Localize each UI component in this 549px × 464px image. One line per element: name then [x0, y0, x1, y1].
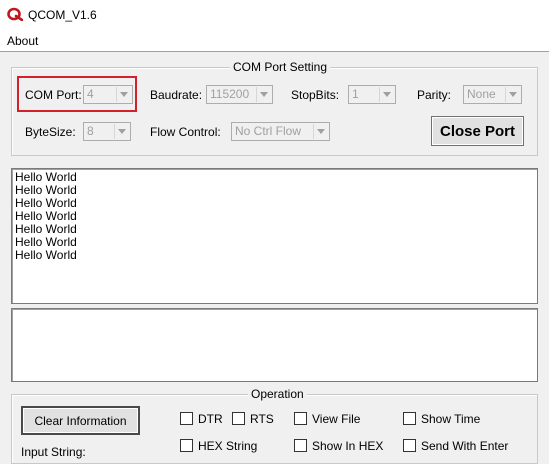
send-with-enter-checkbox[interactable] — [403, 439, 416, 452]
stopbits-select[interactable]: 1 — [348, 85, 396, 104]
app-logo-icon — [7, 7, 23, 21]
close-port-button-label: Close Port — [439, 122, 515, 140]
view-file-checkbox[interactable] — [294, 412, 307, 425]
rts-label: RTS — [250, 412, 274, 426]
send-textarea[interactable] — [11, 308, 538, 382]
receive-line: Hello World — [15, 248, 77, 262]
receive-line: Hello World — [15, 222, 77, 236]
flow-control-value: No Ctrl Flow — [235, 124, 302, 138]
show-time-checkbox[interactable] — [403, 412, 416, 425]
hex-string-checkbox[interactable] — [180, 439, 193, 452]
com-port-setting-title: COM Port Setting — [230, 61, 331, 74]
chevron-down-icon — [114, 124, 129, 139]
close-port-button[interactable]: Close Port — [431, 116, 524, 146]
chevron-down-icon — [379, 87, 394, 102]
parity-select[interactable]: None — [463, 85, 522, 104]
com-port-value: 4 — [87, 87, 94, 101]
baudrate-value: 115200 — [210, 87, 250, 101]
chevron-down-icon — [256, 87, 271, 102]
receive-textarea[interactable]: Hello World Hello World Hello World Hell… — [11, 168, 538, 304]
show-in-hex-checkbox[interactable] — [294, 439, 307, 452]
com-port-label: COM Port: — [25, 88, 82, 102]
com-port-select[interactable]: 4 — [83, 85, 133, 104]
rts-checkbox[interactable] — [232, 412, 245, 425]
stopbits-label: StopBits: — [291, 88, 340, 102]
parity-label: Parity: — [417, 88, 452, 102]
stopbits-value: 1 — [352, 87, 359, 101]
baudrate-label: Baudrate: — [150, 88, 203, 102]
receive-line: Hello World — [15, 196, 77, 210]
receive-line: Hello World — [15, 235, 77, 249]
parity-value: None — [467, 87, 496, 101]
flow-control-label: Flow Control: — [150, 125, 221, 139]
clear-information-button-label: Clear Information — [34, 413, 127, 428]
clear-information-button[interactable]: Clear Information — [21, 406, 140, 435]
operation-title: Operation — [248, 388, 307, 401]
show-time-label: Show Time — [421, 412, 481, 426]
chevron-down-icon — [116, 87, 131, 102]
title-bar: QCOM_V1.6 — [0, 0, 549, 31]
receive-line: Hello World — [15, 209, 77, 223]
input-string-label: Input String: — [21, 445, 86, 459]
view-file-label: View File — [312, 412, 361, 426]
chevron-down-icon — [313, 124, 328, 139]
bytesize-select[interactable]: 8 — [83, 122, 131, 141]
menu-bar: About — [0, 31, 549, 52]
chevron-down-icon — [505, 87, 520, 102]
show-in-hex-label: Show In HEX — [312, 439, 384, 453]
receive-line: Hello World — [15, 170, 77, 184]
receive-line: Hello World — [15, 183, 77, 197]
window-title: QCOM_V1.6 — [28, 8, 97, 22]
bytesize-value: 8 — [87, 124, 94, 138]
dtr-label: DTR — [198, 412, 223, 426]
flow-control-select[interactable]: No Ctrl Flow — [231, 122, 330, 141]
hex-string-label: HEX String — [198, 439, 258, 453]
baudrate-select[interactable]: 115200 — [206, 85, 273, 104]
dtr-checkbox[interactable] — [180, 412, 193, 425]
bytesize-label: ByteSize: — [25, 125, 76, 139]
send-with-enter-label: Send With Enter — [421, 439, 509, 453]
menu-item-about[interactable]: About — [6, 34, 39, 48]
